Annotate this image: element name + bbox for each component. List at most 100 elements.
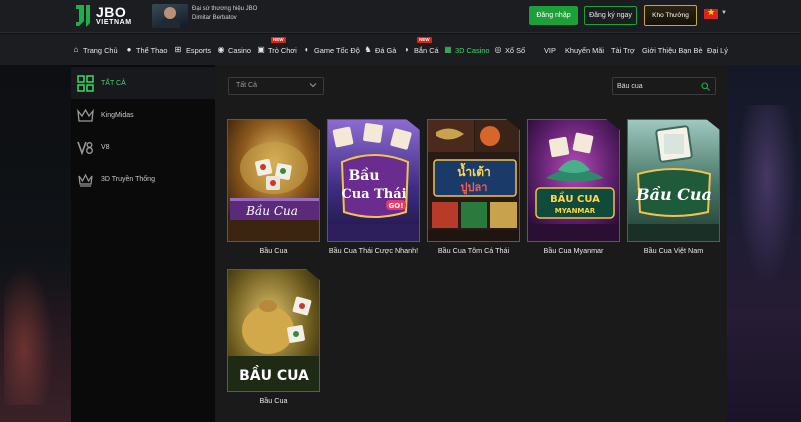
speed-icon: ◐ [304, 45, 310, 54]
game-art-text: Bầu Cua [245, 203, 298, 218]
game-art-text: น้ำเต้า [457, 162, 491, 179]
game-art-text: Cua Thái [341, 187, 406, 202]
nav-label: VIP [544, 45, 556, 55]
game-thumbnail[interactable]: Bầu Cua [227, 119, 320, 242]
game-art-text: MYANMAR [555, 207, 596, 215]
game-title[interactable]: Bầu Cua Thái Cược Nhanh! [317, 246, 430, 255]
search-box[interactable] [612, 77, 716, 95]
category-filter-select[interactable]: Tất Cả [228, 77, 324, 95]
nav-label: Game Tốc Độ [314, 45, 360, 55]
game-art-text: ปูปลา [461, 181, 488, 195]
ambassador-photo [152, 4, 188, 28]
game-thumbnail[interactable]: น้ำเต้า ปูปลา [427, 119, 520, 242]
kingmidas-logo-icon [77, 108, 94, 122]
fish-icon: ◗ [404, 45, 410, 54]
nav-item-3d-casino[interactable]: ▦ 3D Casino [444, 44, 490, 56]
register-button[interactable]: Đăng ký ngay [584, 6, 637, 25]
game-thumbnail[interactable]: Bầu Cua Thái GO! [327, 119, 420, 242]
new-badge: NEW [417, 37, 432, 43]
nav-item-referral[interactable]: Giới Thiệu Bạn Bè [642, 44, 703, 56]
nav-item-cockfight[interactable]: ♞ Đá Gà [364, 44, 396, 56]
nav-item-casino[interactable]: ◉ Casino [217, 44, 252, 56]
nav-item-games[interactable]: NEW ▣ Trò Chơi [257, 37, 297, 56]
game-art: น้ำเต้า ปูปลา [428, 120, 519, 241]
nav-label: Tài Trợ [611, 45, 635, 55]
chevron-down-icon [309, 83, 317, 88]
game-art: Bầu Cua [628, 120, 719, 241]
game-title[interactable]: Bầu Cua Myanmar [517, 246, 630, 255]
game-art: Bầu Cua Thái GO! [328, 120, 419, 241]
game-title[interactable]: Bầu Cua Tôm Cá Thái [417, 246, 530, 255]
sidebar-item-all[interactable]: TẤT CẢ [71, 67, 215, 99]
nav-item-sponsorship[interactable]: Tài Trợ [611, 44, 635, 56]
game-art-text: Bầu Cua [635, 185, 712, 204]
nav-label: Trò Chơi [268, 45, 297, 55]
ambassador-banner[interactable]: Đại sứ thương hiệu JBO Dimitar Berbatov [152, 4, 272, 28]
top-header: JBO VIETNAM Đại sứ thương hiệu JBO Dimit… [0, 0, 801, 33]
soccer-ball-icon: ● [126, 45, 132, 54]
game-title[interactable]: Bầu Cua [217, 246, 330, 255]
nav-item-home[interactable]: ⌂ Trang Chủ [72, 44, 118, 56]
ambassador-name: Dimitar Berbatov [192, 15, 237, 21]
nav-label: Thể Thao [136, 45, 168, 55]
nav-label: 3D Casino [455, 45, 490, 55]
jbo-logo[interactable]: JBO VIETNAM [74, 3, 136, 29]
rooster-icon: ♞ [364, 45, 372, 54]
game-thumbnail[interactable]: BẦU CUA MYANMAR [527, 119, 620, 242]
game-art: Bầu Cua [228, 120, 319, 241]
game-list-panel: Tất Cả Bầu cua Bầu Cua Bầu Cua Bầu Cua T… [215, 65, 727, 422]
casino-chip-icon: ◉ [217, 45, 225, 54]
filter-selected-value: Tất Cả [236, 82, 258, 89]
grid-icon [77, 74, 94, 92]
nav-item-fishing[interactable]: NEW ◗ Bắn Cá [403, 37, 439, 56]
main-nav: ⌂ Trang Chủ ● Thể Thao ⊞ Esports ◉ Casin… [0, 34, 801, 65]
logo-subtext: VIETNAM [96, 19, 132, 26]
sidebar-item-kingmidas[interactable]: KingMidas [71, 99, 215, 131]
nav-item-lottery[interactable]: ◎ Xổ Số [494, 44, 526, 56]
game-art-text: BẦU CUA [550, 191, 600, 205]
game-thumbnail[interactable]: BẦU CUA [227, 269, 320, 392]
nav-item-promotions[interactable]: Khuyến Mãi [565, 44, 604, 56]
nav-label: Trang Chủ [83, 45, 118, 55]
nav-label: Giới Thiệu Bạn Bè [642, 45, 703, 55]
nav-item-esports[interactable]: ⊞ Esports [173, 44, 211, 56]
treasure-button[interactable]: Kho Thưởng [644, 5, 697, 26]
nav-item-sports[interactable]: ● Thể Thao [125, 44, 168, 56]
nav-item-vip[interactable]: VIP [544, 44, 556, 56]
game-thumbnail[interactable]: Bầu Cua [627, 119, 720, 242]
game-art: BẦU CUA MYANMAR [528, 120, 619, 241]
nav-label: Đá Gà [375, 45, 397, 55]
sidebar-item-label: KingMidas [101, 111, 134, 119]
3d-casino-icon: ▦ [444, 45, 452, 54]
nav-label: Đại Lý [707, 45, 728, 55]
sidebar-item-label: TẤT CẢ [101, 79, 126, 87]
ambassador-title: Đại sứ thương hiệu JBO [192, 6, 258, 12]
game-title[interactable]: Bầu Cua Việt Nam [617, 246, 730, 255]
provider-sidebar: TẤT CẢ KingMidas V8 3D Truyền Thống [71, 65, 215, 422]
nav-label: Khuyến Mãi [565, 45, 605, 55]
game-title[interactable]: Bầu Cua [217, 396, 330, 405]
login-button[interactable]: Đăng nhập [529, 6, 578, 25]
search-icon[interactable] [701, 82, 710, 91]
vietnam-flag-icon[interactable] [704, 7, 718, 19]
nav-label: Xổ Số [505, 45, 526, 55]
background-art-left [0, 65, 72, 422]
game-art: BẦU CUA [228, 270, 319, 391]
crown-icon [78, 173, 93, 187]
lottery-icon: ◎ [494, 45, 502, 54]
search-input[interactable] [617, 80, 697, 93]
v8-logo-icon [77, 141, 93, 155]
sidebar-item-label: 3D Truyền Thống [101, 175, 155, 183]
nav-item-speed-games[interactable]: ◐ Game Tốc Độ [303, 44, 360, 56]
nav-label: Casino [228, 45, 252, 55]
new-badge: NEW [271, 37, 286, 43]
nav-label: Esports [186, 45, 212, 55]
home-icon: ⌂ [73, 45, 79, 54]
sidebar-item-3d-traditional[interactable]: 3D Truyền Thống [71, 163, 215, 195]
slot-icon: ▣ [257, 45, 265, 54]
gamepad-icon: ⊞ [174, 45, 182, 54]
chevron-down-icon[interactable]: ▼ [721, 10, 727, 16]
sidebar-item-v8[interactable]: V8 [71, 131, 215, 163]
nav-item-agent[interactable]: Đại Lý [707, 44, 728, 56]
game-art-text: GO! [389, 202, 404, 210]
